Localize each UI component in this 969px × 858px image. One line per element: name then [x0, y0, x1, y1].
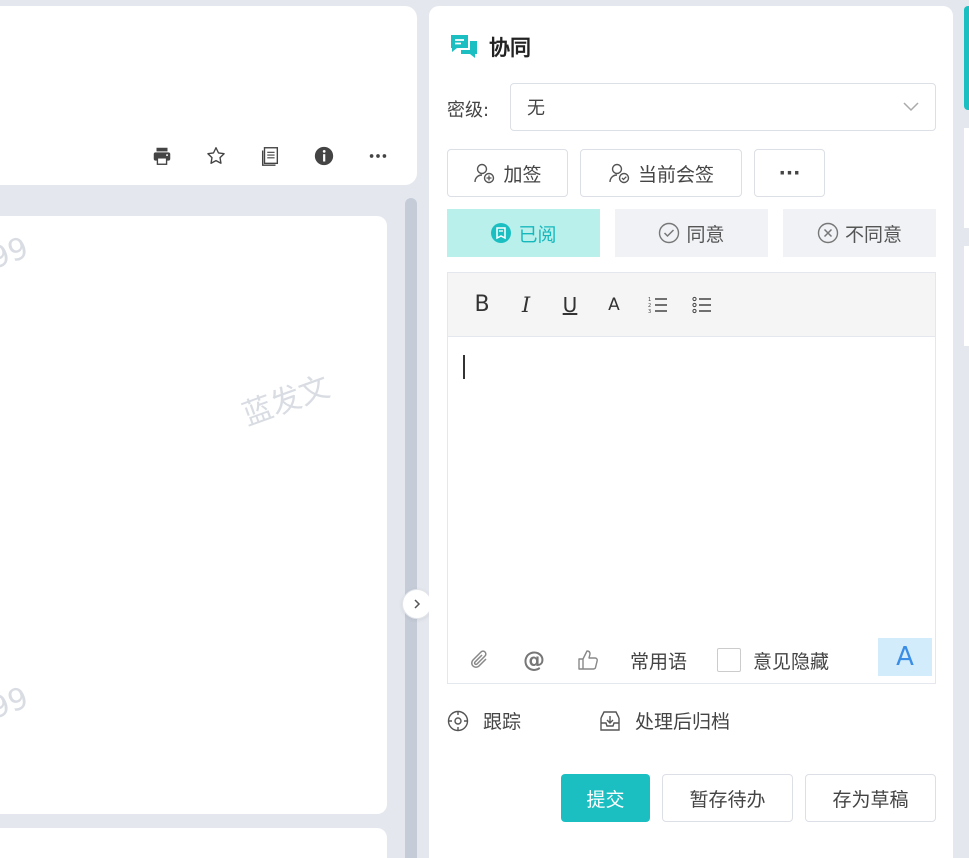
print-button[interactable] [135, 144, 189, 168]
add-sign-label: 加签 [503, 163, 542, 186]
opinion-textarea[interactable] [448, 337, 935, 637]
track-option[interactable]: 跟踪 [447, 707, 521, 734]
opinion-agree-label: 同意 [686, 223, 725, 246]
copy-button[interactable] [243, 144, 297, 168]
save-pending-button[interactable]: 暂存待办 [662, 774, 793, 822]
thumbs-up-icon [578, 650, 598, 670]
document-header-card [0, 6, 417, 185]
panel-header: 协同 [449, 32, 531, 62]
opinion-agree-button[interactable]: 同意 [615, 209, 768, 257]
editor-footer: @ 常用语 意见隐藏 [448, 637, 935, 683]
chevron-right-icon [414, 599, 421, 609]
attachment-button[interactable] [468, 648, 492, 672]
svg-text:3: 3 [648, 309, 651, 314]
hide-opinion-checkbox[interactable] [717, 648, 742, 672]
underline-button[interactable]: U [558, 293, 582, 317]
common-phrases-button[interactable]: 常用语 [630, 647, 687, 674]
add-user-icon [474, 163, 495, 184]
side-tab[interactable] [964, 128, 969, 228]
favorite-button[interactable] [189, 144, 243, 168]
hide-opinion-label: 意见隐藏 [753, 650, 830, 673]
paperclip-icon [471, 650, 487, 668]
info-button[interactable] [297, 144, 351, 168]
italic-button[interactable]: I [514, 293, 538, 317]
like-button[interactable] [576, 648, 600, 672]
copy-icon [261, 147, 279, 166]
bullet-list-button[interactable] [690, 293, 714, 317]
collaboration-panel: 协同 密级: 无 加签 当前会签 ··· 已阅 同意 不同意 B I U A 1… [429, 6, 953, 858]
opinion-disagree-button[interactable]: 不同意 [783, 209, 936, 257]
chat-icon [451, 35, 477, 58]
ordered-list-button[interactable]: 123 [646, 293, 670, 317]
save-draft-button[interactable]: 存为草稿 [805, 774, 936, 822]
read-icon [491, 223, 512, 243]
target-icon [447, 710, 469, 731]
side-tab-active[interactable] [964, 6, 969, 110]
current-sign-label: 当前会签 [637, 163, 714, 186]
collapse-panel-button[interactable] [402, 589, 432, 619]
archive-after-option[interactable]: 处理后归档 [599, 707, 730, 734]
security-level-value: 无 [527, 98, 545, 119]
current-sign-button[interactable]: 当前会签 [580, 149, 742, 197]
font-color-button[interactable]: A [602, 293, 626, 317]
opinion-row: 已阅 同意 不同意 [447, 209, 936, 257]
panel-title: 协同 [489, 36, 531, 60]
opinion-disagree-label: 不同意 [844, 223, 902, 246]
scrollbar[interactable] [405, 198, 417, 858]
security-level-label: 密级: [447, 100, 490, 121]
track-label: 跟踪 [483, 711, 522, 733]
more-button[interactable] [351, 144, 405, 168]
archive-label: 处理后归档 [635, 711, 731, 733]
text-caret [463, 355, 465, 379]
more-sign-button[interactable]: ··· [754, 149, 825, 197]
print-icon [153, 147, 171, 165]
action-buttons: 提交 暂存待办 存为草稿 [561, 774, 936, 822]
font-size-button[interactable]: A [878, 638, 932, 676]
sign-button-row: 加签 当前会签 ··· [447, 149, 825, 197]
chevron-down-icon [903, 102, 919, 112]
editor-toolbar: B I U A 123 [448, 273, 935, 337]
bold-button[interactable]: B [470, 292, 494, 317]
more-icon [369, 154, 387, 158]
archive-icon [600, 710, 620, 731]
check-circle-icon [659, 222, 680, 244]
opinion-read-button[interactable]: 已阅 [447, 209, 600, 257]
mention-button[interactable]: @ [522, 648, 546, 673]
document-page: 99 蓝发文 99 [0, 216, 387, 814]
ordered-list-icon: 123 [648, 297, 667, 314]
document-toolbar [135, 144, 405, 168]
opinion-editor: B I U A 123 @ 常用语 意见隐藏 A [447, 272, 936, 684]
watermark-text: 蓝发文 [237, 369, 335, 434]
close-circle-icon [817, 222, 839, 244]
watermark-number: 99 [0, 230, 34, 277]
info-icon [314, 146, 334, 166]
star-icon [207, 147, 225, 164]
security-level-select[interactable]: 无 [510, 83, 936, 131]
document-page-next [0, 828, 387, 858]
submit-button[interactable]: 提交 [561, 774, 650, 822]
user-check-icon [609, 163, 630, 184]
add-sign-button[interactable]: 加签 [447, 149, 568, 197]
side-tab[interactable] [964, 246, 969, 346]
watermark-number: 99 [0, 680, 34, 727]
opinion-read-label: 已阅 [518, 223, 557, 246]
bullet-list-icon [692, 296, 711, 313]
